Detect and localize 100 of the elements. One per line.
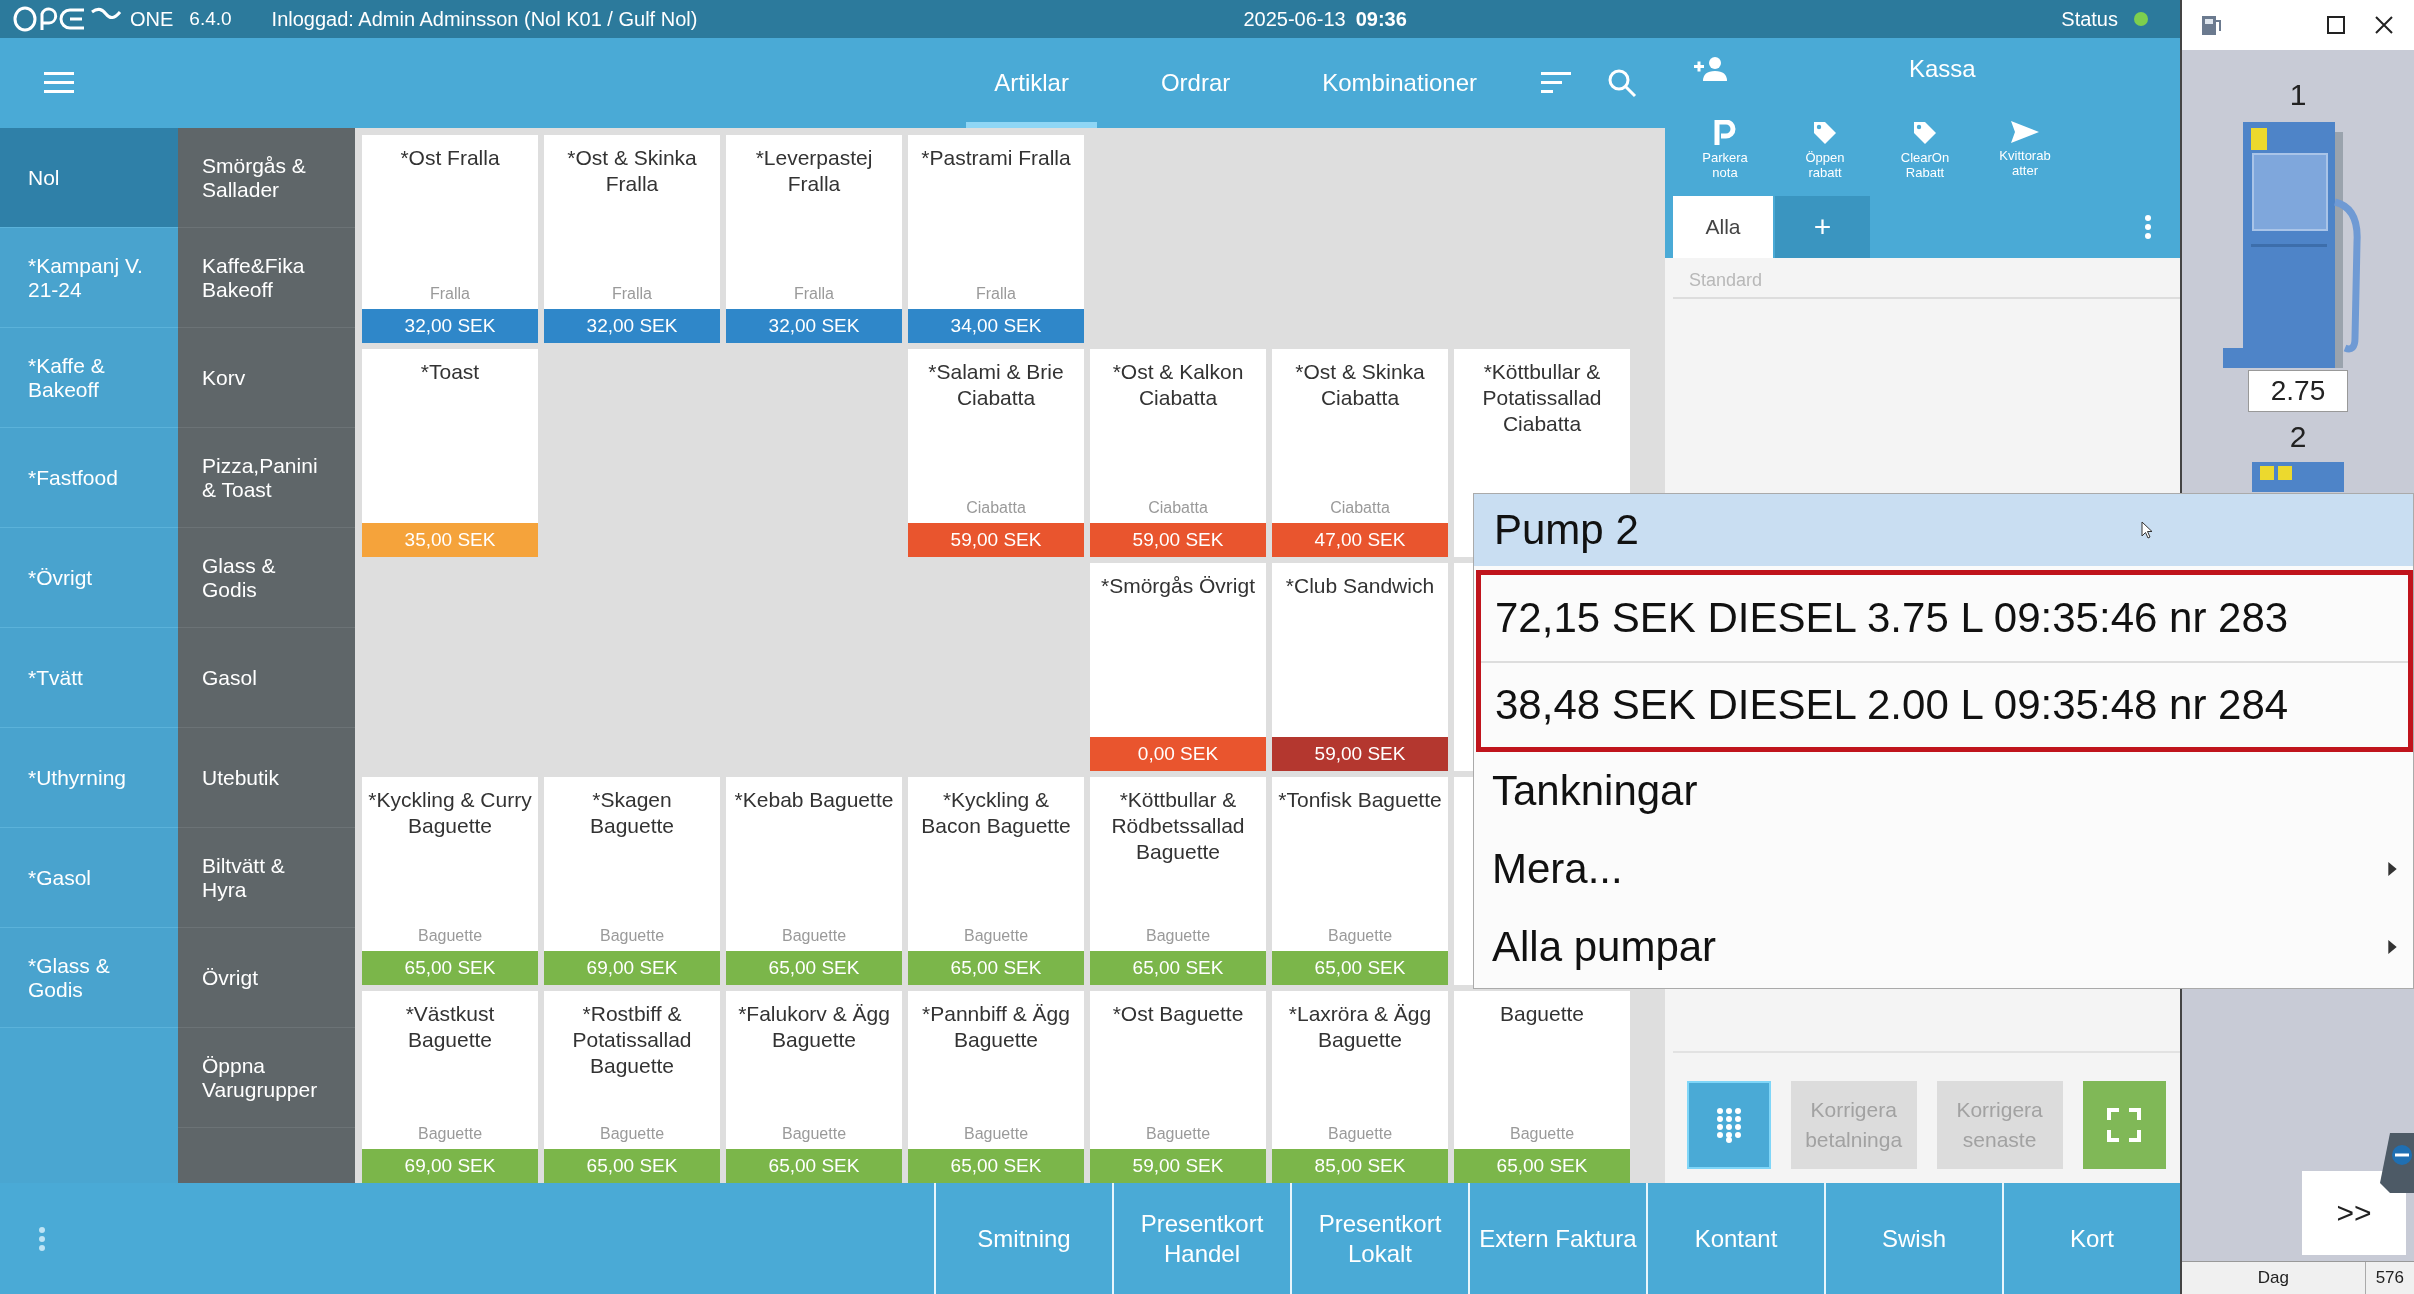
article-name: *Pannbiff & Ägg Baguette [921,1001,1071,1053]
app-icon [2200,13,2224,37]
article-tile[interactable]: *Kyckling & Bacon Baguette Baguette 65,00 SEK [908,777,1084,985]
pump-reading: 2.75 [2247,370,2349,412]
article-tile[interactable]: *Toast 35,00 SEK [362,349,538,557]
cursor-icon [2141,521,2153,539]
article-group: Baguette [726,927,902,951]
menu-icon[interactable] [44,72,74,94]
article-group: Ciabatta [908,499,1084,523]
article-tile[interactable]: *Laxröra & Ägg Baguette Baguette 85,00 SEK [1272,991,1448,1183]
price-bar: 59,00 SEK [1272,737,1448,771]
price-bar: 65,00 SEK [726,1149,902,1183]
side-handle-icon[interactable] [2380,1133,2414,1193]
menu-item[interactable]: 38,48 SEK DIESEL 2.00 L 09:35:48 nr 284 [1481,661,2408,747]
article-group: Baguette [908,1125,1084,1149]
article-group: Baguette [544,927,720,951]
article-group: Baguette [726,1125,902,1149]
maximize-icon[interactable] [2326,15,2346,35]
article-tile[interactable]: *Västkust Baguette Baguette 69,00 SEK [362,991,538,1183]
article-name: *Falukorv & Ägg Baguette [737,1001,891,1053]
price-bar: 69,00 SEK [544,951,720,985]
article-name: *Smörgås Övrigt [1099,573,1256,599]
article-tile[interactable]: *Ost & Skinka Fralla Fralla 32,00 SEK [544,135,720,343]
fullscreen-icon [2107,1108,2142,1142]
menu-item[interactable]: Tankningar [1474,752,2413,830]
article-name: *Rostbiff & Potatissallad Baguette [571,1001,693,1079]
article-name: *Laxröra & Ägg Baguette [1287,1001,1433,1053]
menu-item[interactable]: Mera... [1474,830,2413,908]
article-tile[interactable]: *Falukorv & Ägg Baguette Baguette 65,00 SEK [726,991,902,1183]
article-tile[interactable]: *Club Sandwich 59,00 SEK [1272,563,1448,771]
article-name: *Västkust Baguette [404,1001,496,1053]
article-tile[interactable]: Baguette Baguette 65,00 SEK [1454,991,1630,1183]
article-group: Baguette [362,1125,538,1149]
article-tile[interactable]: *Ost & Skinka Ciabatta Ciabatta 47,00 SEK [1272,349,1448,557]
article-tile[interactable]: *Köttbullar & Rödbetssallad Baguette Baguette 65,00 SEK [1090,777,1266,985]
more-icon[interactable] [38,1225,46,1252]
article-group: Fralla [362,285,538,309]
article-group: Baguette [362,927,538,951]
article-name: *Skagen Baguette [588,787,676,839]
article-tile[interactable]: *Kebab Baguette Baguette 65,00 SEK [726,777,902,985]
panel-title: Kassa [1909,55,1976,83]
article-name: *Leverpastej Fralla [754,145,874,197]
article-tile[interactable]: *Pastrami Fralla Fralla 34,00 SEK [908,135,1084,343]
parking-icon [1714,120,1736,146]
article-name: *Tonfisk Baguette [1277,787,1443,813]
article-tile[interactable]: *Smörgås Övrigt 0,00 SEK [1090,563,1266,771]
receipt-tab[interactable]: + [1775,196,1870,258]
article-tile[interactable]: *Pannbiff & Ägg Baguette Baguette 65,00 SEK [908,991,1084,1183]
article-tile[interactable]: *Ost Baguette Baguette 59,00 SEK [1090,991,1266,1183]
article-name: *Köttbullar & Rödbetssallad Baguette [1110,787,1246,865]
article-group: Baguette [544,1125,720,1149]
menu-item[interactable]: 72,15 SEK DIESEL 3.75 L 09:35:46 nr 283 [1481,575,2408,661]
article-group: Baguette [908,927,1084,951]
article-group: Baguette [1454,1125,1630,1149]
next-button[interactable]: >> [2302,1171,2406,1255]
pump-number: 1 [2289,78,2307,112]
price-bar: 65,00 SEK [908,1149,1084,1183]
search-icon[interactable] [1607,68,1637,98]
add-person-icon[interactable] [1693,56,1729,82]
category-item[interactable]: Nol [0,128,178,228]
submenu-arrow-icon [2388,940,2397,954]
article-name: *Kebab Baguette [733,787,895,813]
submenu-arrow-icon [2388,862,2397,876]
article-group: Baguette [1090,927,1266,951]
more-icon[interactable] [2144,214,2152,240]
tag-icon [1812,120,1838,146]
article-tile[interactable]: *Ost & Kalkon Ciabatta Ciabatta 59,00 SEK [1090,349,1266,557]
article-tile[interactable]: *Ost Fralla Fralla 32,00 SEK [362,135,538,343]
status-bar-field: 576 [2364,1262,2414,1294]
price-bar: 59,00 SEK [1090,523,1266,557]
name-field[interactable]: Standard [1673,264,2180,299]
menu-item[interactable]: Alla pumpar [1474,908,2413,986]
sort-icon[interactable] [1541,72,1571,94]
time-label: 09:36 [1355,7,1407,31]
article-name: *Ost & Kalkon Ciabatta [1111,359,1245,411]
article-name: *Ost & Skinka Ciabatta [1294,359,1426,411]
article-group: Baguette [1272,1125,1448,1149]
article-name: *Kyckling & Bacon Baguette [920,787,1072,839]
keypad-button[interactable] [1687,1081,1771,1169]
article-tile[interactable]: *Tonfisk Baguette Baguette 65,00 SEK [1272,777,1448,985]
article-tile[interactable]: *Skagen Baguette Baguette 69,00 SEK [544,777,720,985]
article-group: Ciabatta [1272,499,1448,523]
price-bar: 65,00 SEK [544,1149,720,1183]
article-name: *Toast [419,359,481,385]
price-bar: 0,00 SEK [1090,737,1266,771]
login-info: Inloggad: Admin Adminsson (Nol K01 / Gulf Nol) [271,7,698,31]
fuel-pump-drawing[interactable] [2252,462,2344,492]
price-bar: 65,00 SEK [726,951,902,985]
article-tile[interactable]: *Salami & Brie Ciabatta Ciabatta 59,00 SEK [908,349,1084,557]
article-name: *Köttbullar & Potatissallad Ciabatta [1481,359,1603,437]
article-tile[interactable]: *Leverpastej Fralla Fralla 32,00 SEK [726,135,902,343]
price-bar: 65,00 SEK [1090,951,1266,985]
price-bar: 47,00 SEK [1272,523,1448,557]
article-name: *Ost Fralla [399,145,501,171]
article-tile[interactable]: *Rostbiff & Potatissallad Baguette Baguette 65,00 SEK [544,991,720,1183]
article-tile[interactable]: *Kyckling & Curry Baguette Baguette 65,00 SEK [362,777,538,985]
fullscreen-button[interactable] [2082,1081,2166,1169]
article-group: Fralla [908,285,1084,309]
close-icon[interactable] [2374,15,2394,35]
receipt-tab[interactable]: Alla [1673,196,1773,258]
